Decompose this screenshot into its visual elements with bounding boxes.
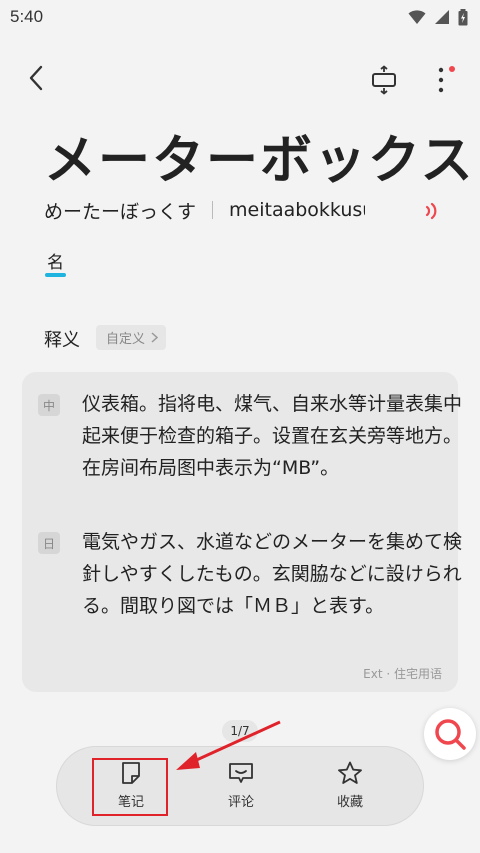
- notification-dot: [449, 66, 455, 72]
- status-icons: [408, 8, 468, 26]
- definition-card: 中 仪表箱。指将电、煤气、自来水等计量表集中起来便于检查的箱子。设置在玄关旁等地…: [22, 372, 462, 692]
- definition-source: Ext · 住宅用语: [363, 667, 442, 681]
- back-arrow-icon: [29, 65, 43, 91]
- status-time: 5:40: [10, 7, 44, 26]
- back-button[interactable]: [18, 58, 54, 98]
- japanese-badge: 日: [38, 532, 60, 554]
- part-of-speech: 名: [45, 248, 66, 277]
- kana-reading: めーたーぼっくす: [44, 200, 197, 223]
- more-vertical-icon: [438, 66, 455, 93]
- definition-label: 释义: [44, 330, 80, 351]
- battery-icon: [458, 8, 468, 25]
- chinese-definition: 仪表箱。指将电、煤气、自来水等计量表集中起来便于检查的箱子。设置在玄关旁等地方。…: [82, 393, 463, 479]
- custom-definition-label: 自定义: [106, 332, 146, 347]
- chinese-badge: 中: [38, 394, 60, 416]
- search-button[interactable]: [424, 708, 476, 760]
- reading-divider: [212, 201, 214, 219]
- favorite-button[interactable]: 收藏: [313, 761, 387, 817]
- fit-vertical-icon: [372, 65, 396, 95]
- comment-icon: [229, 763, 253, 783]
- custom-definition-button[interactable]: 自定义: [96, 325, 167, 350]
- comment-label: 评论: [227, 795, 254, 810]
- status-bar: 5:40: [0, 0, 480, 34]
- pronunciation-button[interactable]: [420, 200, 442, 222]
- signal-icon: [435, 10, 449, 24]
- japanese-definition: 電気やガス、水道などのメーターを集めて検針しやすくしたもの。玄関脇などに設けられ…: [82, 531, 463, 617]
- fit-view-button[interactable]: [364, 60, 404, 100]
- reading-row: めーたーぼっくす meitaabokkusu: [44, 196, 365, 224]
- entry-word: メーターボックス: [44, 131, 475, 191]
- comment-button[interactable]: 评论: [204, 761, 278, 817]
- favorite-label: 收藏: [336, 795, 363, 810]
- sound-icon: [425, 202, 437, 220]
- annotation-highlight-box: [92, 758, 168, 816]
- romaji-reading: meitaabokkusu: [229, 199, 366, 221]
- star-icon: [338, 761, 362, 784]
- chevron-right-icon: [151, 332, 159, 343]
- search-icon: [435, 719, 466, 750]
- wifi-icon: [408, 10, 426, 24]
- more-button[interactable]: [428, 60, 458, 100]
- page-indicator: 1/7: [222, 720, 258, 742]
